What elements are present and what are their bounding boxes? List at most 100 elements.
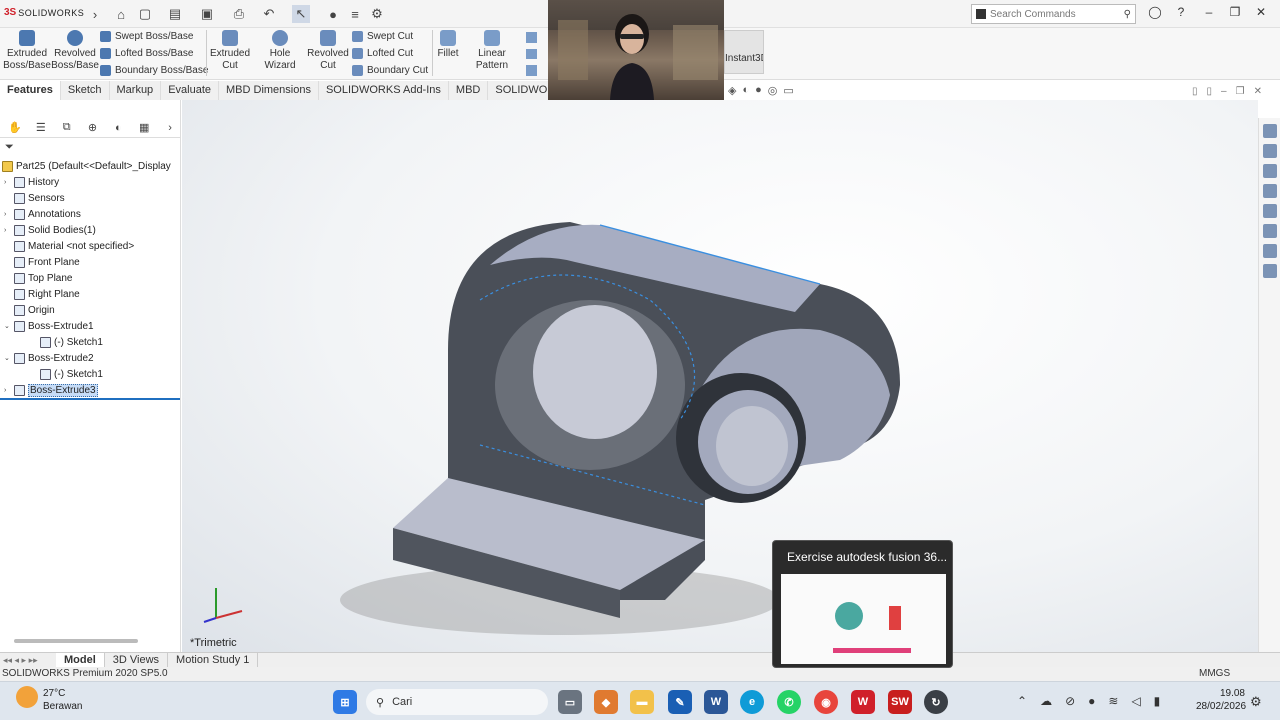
property-manager-icon[interactable]: ☰ xyxy=(30,120,52,136)
home-icon[interactable] xyxy=(1262,144,1277,158)
tree-item[interactable]: (-) Sketch1 xyxy=(0,366,181,382)
tree-item[interactable]: › Annotations xyxy=(0,206,181,222)
tray-expand-icon[interactable]: ⌃ xyxy=(1017,694,1027,708)
tile2-icon[interactable]: ▯ xyxy=(1207,86,1213,97)
tree-item[interactable]: Origin xyxy=(0,302,181,318)
tab-model[interactable]: Model xyxy=(56,653,105,667)
tree-item[interactable]: Sensors xyxy=(0,190,181,206)
design-library-icon[interactable] xyxy=(1262,164,1277,178)
wps-office-icon[interactable]: W xyxy=(851,690,875,714)
file-explorer-icon[interactable]: ▬ xyxy=(630,690,654,714)
tree-expand-icon[interactable]: › xyxy=(4,179,12,186)
restore-icon[interactable]: ❐ xyxy=(1224,5,1246,23)
configuration-manager-icon[interactable]: ⧉ xyxy=(56,120,78,136)
print-icon[interactable]: ⎙ xyxy=(230,5,248,23)
hide-show-icon[interactable]: ◐ xyxy=(742,84,749,97)
tab-features[interactable]: Features xyxy=(0,81,61,100)
expand-arrow-icon[interactable]: › xyxy=(86,5,104,23)
notes-app-icon[interactable]: ✎ xyxy=(668,690,692,714)
tab-solidworks-addins[interactable]: SOLIDWORKS Add-Ins xyxy=(319,81,449,100)
3d-part-model[interactable] xyxy=(182,100,1258,652)
shell-icon[interactable] xyxy=(526,65,537,77)
tab-markup[interactable]: Markup xyxy=(110,81,162,100)
draft-icon[interactable] xyxy=(526,48,537,60)
lofted-boss-button[interactable]: Lofted Boss/Base xyxy=(100,45,208,62)
tab-evaluate[interactable]: Evaluate xyxy=(161,81,219,100)
taskbar-search[interactable]: ⚲ Cari xyxy=(366,689,548,715)
sidebar-scrollbar[interactable] xyxy=(14,639,138,643)
tab-3d-views[interactable]: 3D Views xyxy=(105,653,169,667)
solidworks-logo[interactable]: 3S SOLIDWORKS xyxy=(4,7,84,18)
hole-wizard-button[interactable]: Hole Wizard xyxy=(254,30,306,72)
tree-item[interactable]: › Solid Bodies(1) xyxy=(0,222,181,238)
clock-date[interactable]: 28/02/2026 xyxy=(1196,701,1246,712)
options-gear-icon[interactable]: ⚙ xyxy=(368,5,386,23)
fillet-button[interactable]: Fillet xyxy=(436,30,460,60)
search-icon[interactable]: ⚲ xyxy=(1124,9,1135,20)
onedrive-icon[interactable]: ☁ xyxy=(1040,694,1052,708)
panel-expand-icon[interactable]: › xyxy=(159,120,181,136)
minimize-icon[interactable]: – xyxy=(1198,5,1220,23)
tree-item[interactable]: Front Plane xyxy=(0,254,181,270)
doc-minimize-icon[interactable]: – xyxy=(1221,86,1227,97)
edge-icon[interactable]: e xyxy=(740,690,764,714)
scene-icon[interactable]: ◎ xyxy=(768,84,778,97)
tree-root[interactable]: Part25 (Default<<Default>_Display xyxy=(0,158,181,174)
tree-expand-icon[interactable]: ⌄ xyxy=(4,322,12,330)
file-properties-icon[interactable]: ≡ xyxy=(346,5,364,23)
task-view-icon[interactable]: ▭ xyxy=(558,690,582,714)
boundary-boss-button[interactable]: Boundary Boss/Base xyxy=(100,62,208,79)
dimxpert-icon[interactable]: ⊕ xyxy=(82,120,104,136)
network-off-icon[interactable]: ⊘ xyxy=(1065,694,1075,708)
extruded-boss-button[interactable]: Extruded Boss/Base xyxy=(3,30,51,72)
tree-item[interactable]: ⌄ Boss-Extrude2 xyxy=(0,350,181,366)
instant3d-button[interactable]: Instant3D xyxy=(724,30,764,74)
tree-expand-icon[interactable]: › xyxy=(4,227,12,234)
view-palette-icon[interactable] xyxy=(1262,204,1277,218)
rollback-bar[interactable] xyxy=(0,398,180,400)
filter-icon[interactable]: ⏷ xyxy=(5,141,14,154)
forum-icon[interactable] xyxy=(1262,264,1277,278)
user-icon[interactable]: ◯ xyxy=(1144,5,1166,23)
tree-item[interactable]: Top Plane xyxy=(0,270,181,286)
select-cursor-icon[interactable]: ↖ xyxy=(292,5,310,23)
display-settings-icon[interactable]: ▭ xyxy=(783,84,793,97)
copilot-icon[interactable]: ◆ xyxy=(594,690,618,714)
tab-scroll-arrows[interactable]: ◂◂ ◂ ▸ ▸▸ xyxy=(0,655,56,666)
tree-item[interactable]: (-) Sketch1 xyxy=(0,334,181,350)
microphone-icon[interactable]: ● xyxy=(1088,694,1095,708)
tab-mbd-dimensions[interactable]: MBD Dimensions xyxy=(219,81,319,100)
feature-manager-icon[interactable]: ✋ xyxy=(4,120,26,136)
new-document-icon[interactable]: ▢ xyxy=(136,5,154,23)
doc-restore-icon[interactable]: ❐ xyxy=(1236,86,1245,97)
view-orientation-icon[interactable]: ◈ xyxy=(728,84,736,97)
solidworks-taskbar-icon[interactable]: SW xyxy=(888,690,912,714)
linear-pattern-button[interactable]: Linear Pattern xyxy=(462,30,522,72)
recorder-icon[interactable]: ↻ xyxy=(924,690,948,714)
swept-cut-button[interactable]: Swept Cut xyxy=(352,28,428,45)
wifi-icon[interactable]: ≋ xyxy=(1108,694,1118,708)
search-commands-input[interactable]: Search Commands ⚲ xyxy=(971,4,1136,24)
tree-item[interactable]: › Boss-Extrude3 xyxy=(0,382,181,398)
appearances-icon[interactable] xyxy=(1262,224,1277,238)
file-explorer-icon[interactable] xyxy=(1262,184,1277,198)
units-indicator[interactable]: MMGS xyxy=(1199,667,1230,681)
rib-icon[interactable] xyxy=(526,32,537,43)
tree-expand-icon[interactable]: › xyxy=(4,211,12,218)
rebuild-icon[interactable]: ● xyxy=(324,5,342,23)
close-icon[interactable]: ✕ xyxy=(1250,5,1272,23)
windows-start-icon[interactable]: ⊞ xyxy=(333,690,357,714)
save-icon[interactable]: ▣ xyxy=(198,5,216,23)
revolved-boss-button[interactable]: Revolved Boss/Base xyxy=(51,30,99,72)
cam-icon[interactable]: ▦ xyxy=(133,120,155,136)
lofted-cut-button[interactable]: Lofted Cut xyxy=(352,45,428,62)
tab-motion-study[interactable]: Motion Study 1 xyxy=(168,653,259,667)
tree-item[interactable]: Right Plane xyxy=(0,286,181,302)
tree-item[interactable]: › History xyxy=(0,174,181,190)
revolved-cut-button[interactable]: Revolved Cut xyxy=(307,30,349,72)
volume-icon[interactable]: ◁ xyxy=(1131,694,1140,708)
boundary-cut-button[interactable]: Boundary Cut xyxy=(352,62,428,79)
tree-expand-icon[interactable]: › xyxy=(4,387,12,394)
notification-icon[interactable]: ⚙ xyxy=(1250,694,1262,710)
custom-properties-icon[interactable] xyxy=(1262,244,1277,258)
